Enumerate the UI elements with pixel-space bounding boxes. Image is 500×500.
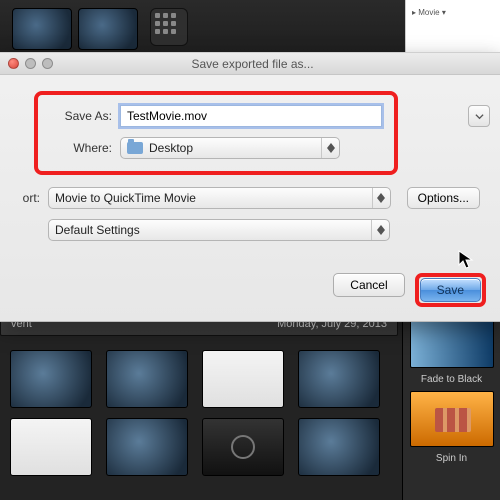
bg-thumbnail	[78, 8, 138, 50]
transitions-panel: Fade to Black Spin In	[402, 302, 500, 500]
cancel-button[interactable]: Cancel	[333, 273, 404, 297]
dialog-titlebar[interactable]: Save exported file as...	[0, 53, 500, 75]
save-button[interactable]: Save	[420, 278, 481, 302]
filename-input[interactable]	[120, 105, 382, 127]
annotation-box-save: Save	[415, 273, 486, 307]
transition-label: Fade to Black	[421, 374, 482, 385]
clip-thumbnail[interactable]	[298, 350, 380, 408]
export-format-value: Movie to QuickTime Movie	[55, 191, 196, 205]
clip-thumbnail[interactable]	[202, 418, 284, 476]
transition-spin-in[interactable]	[410, 391, 494, 447]
expand-button[interactable]	[468, 105, 490, 127]
export-label: ort:	[10, 191, 40, 205]
settings-value: Default Settings	[55, 223, 140, 237]
clip-thumbnail[interactable]	[106, 418, 188, 476]
clip-thumbnail[interactable]	[10, 418, 92, 476]
chevron-down-icon	[327, 148, 335, 153]
export-format-select[interactable]: Movie to QuickTime Movie	[48, 187, 391, 209]
clip-thumbnail[interactable]	[202, 350, 284, 408]
zoom-icon	[42, 58, 53, 69]
where-label: Where:	[50, 141, 112, 155]
save-dialog: Save exported file as... Save As: Where:…	[0, 52, 500, 322]
chevron-down-icon	[377, 198, 385, 203]
chevron-down-icon	[475, 112, 484, 121]
clip-thumbnail[interactable]	[106, 350, 188, 408]
close-icon[interactable]	[8, 58, 19, 69]
bg-thumbnail	[12, 8, 72, 50]
chevron-down-icon	[377, 230, 385, 235]
event-thumbnails	[0, 340, 400, 500]
grid-button[interactable]	[150, 8, 188, 46]
where-value: Desktop	[149, 141, 193, 155]
minimize-icon	[25, 58, 36, 69]
annotation-box-top: Save As: Where: Desktop	[34, 91, 398, 175]
settings-select[interactable]: Default Settings	[48, 219, 390, 241]
clip-thumbnail[interactable]	[298, 418, 380, 476]
cursor-icon	[458, 250, 474, 270]
dialog-title: Save exported file as...	[53, 57, 452, 71]
movie-dropdown[interactable]: ▸ Movie ▾	[406, 0, 500, 25]
save-as-label: Save As:	[50, 109, 112, 123]
clip-thumbnail[interactable]	[10, 350, 92, 408]
where-select[interactable]: Desktop	[120, 137, 340, 159]
options-button[interactable]: Options...	[407, 187, 480, 209]
folder-icon	[127, 142, 143, 154]
transition-label: Spin In	[436, 453, 467, 464]
